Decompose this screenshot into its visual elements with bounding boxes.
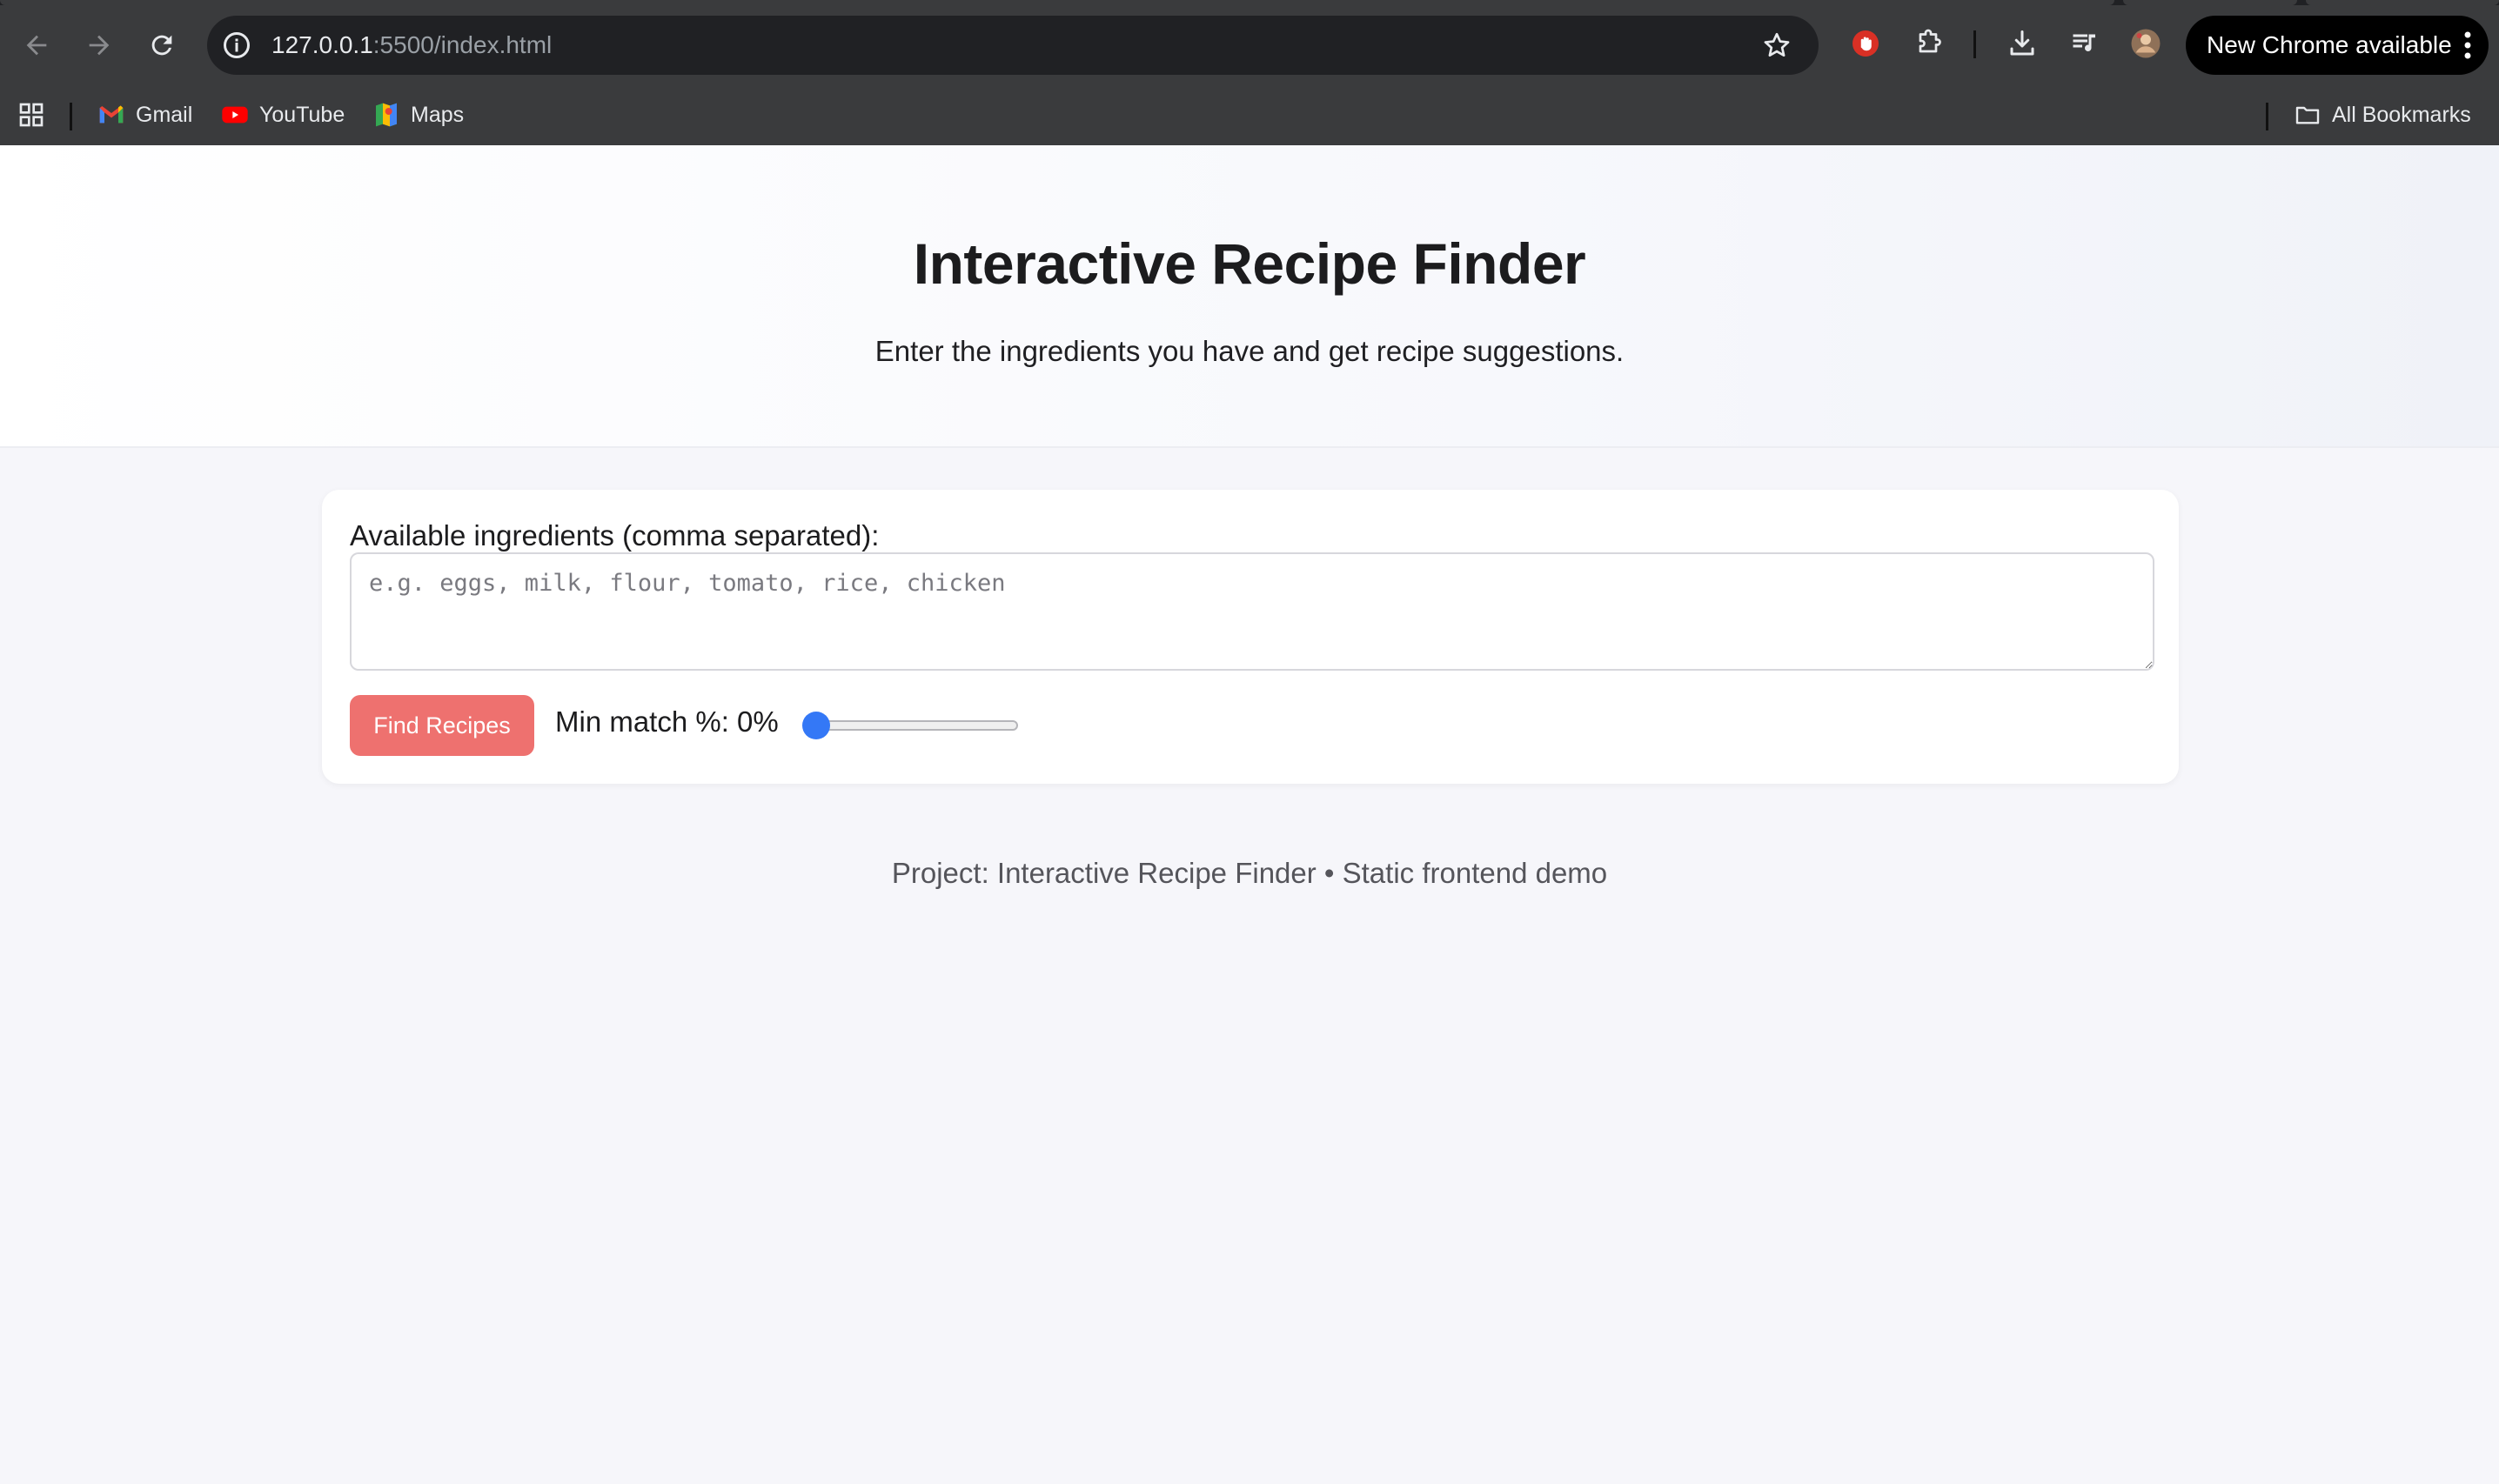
arrow-left-icon xyxy=(26,35,47,56)
ingredients-input[interactable] xyxy=(350,552,2154,671)
arrow-right-icon xyxy=(89,35,110,56)
bookmarks-divider xyxy=(2266,103,2268,130)
address-bar[interactable]: 127.0.0.1:5500/index.html xyxy=(207,16,1819,75)
apps-grid-button[interactable] xyxy=(17,90,45,139)
bookmark-label: YouTube xyxy=(259,102,345,127)
page-content: Interactive Recipe Finder Enter the ingr… xyxy=(0,145,2499,1484)
youtube-icon xyxy=(222,106,248,124)
more-menu-icon xyxy=(2464,31,2471,59)
hero-header: Interactive Recipe Finder Enter the ingr… xyxy=(0,145,2499,448)
footer-text: Project: Interactive Recipe Finder • Sta… xyxy=(891,857,1608,889)
page-title: Interactive Recipe Finder xyxy=(913,231,1586,296)
media-control-icon[interactable] xyxy=(2067,26,2102,61)
reload-icon xyxy=(151,35,172,56)
bookmarks-divider xyxy=(70,103,72,130)
back-button[interactable] xyxy=(14,23,59,68)
profile-avatar[interactable] xyxy=(2128,26,2163,61)
min-match-slider[interactable] xyxy=(802,711,1025,740)
bookmark-label: Gmail xyxy=(136,102,193,127)
gmail-icon xyxy=(99,105,124,124)
maps-icon xyxy=(376,103,397,127)
ingredients-label: Available ingredients (comma separated): xyxy=(350,519,880,551)
forward-button[interactable] xyxy=(77,23,122,68)
url-host: 127.0.0.1 xyxy=(271,31,373,58)
all-bookmarks-button[interactable]: All Bookmarks xyxy=(2294,90,2471,139)
url-path: :5500/index.html xyxy=(372,31,553,58)
reload-button[interactable] xyxy=(139,23,184,68)
url-text[interactable]: 127.0.0.1:5500/index.html xyxy=(271,16,552,75)
tab-strip xyxy=(0,0,2499,5)
apps-grid-icon xyxy=(19,103,44,127)
bookmark-star-icon[interactable] xyxy=(1761,30,1792,61)
folder-icon xyxy=(2295,106,2320,124)
bookmark-youtube[interactable]: YouTube xyxy=(221,90,345,139)
min-match-label: Min match %: 0% xyxy=(555,705,779,738)
bookmarks-bar: Gmail YouTube Maps All Bookmarks xyxy=(0,90,2499,139)
new-chrome-label: New Chrome available xyxy=(2207,31,2452,58)
all-bookmarks-label: All Bookmarks xyxy=(2332,102,2471,127)
bookmark-gmail[interactable]: Gmail xyxy=(97,90,192,139)
toolbar-divider xyxy=(1973,30,1976,58)
find-recipes-button[interactable]: Find Recipes xyxy=(350,695,534,756)
new-chrome-available-button[interactable]: New Chrome available xyxy=(2186,16,2489,75)
browser-chrome: 127.0.0.1:5500/index.html New Chrome ava… xyxy=(0,0,2499,145)
extensions-puzzle-icon[interactable] xyxy=(1911,26,1946,61)
page-subtitle: Enter the ingredients you have and get r… xyxy=(874,335,1625,367)
bookmark-maps[interactable]: Maps xyxy=(372,90,464,139)
search-card: Available ingredients (comma separated):… xyxy=(322,490,2179,784)
download-icon[interactable] xyxy=(2005,26,2040,61)
site-info-icon[interactable] xyxy=(221,30,252,61)
extension-stop-icon[interactable] xyxy=(1848,26,1883,61)
slider-thumb[interactable] xyxy=(802,712,830,739)
bookmark-label: Maps xyxy=(411,102,465,127)
slider-track[interactable] xyxy=(809,720,1018,731)
